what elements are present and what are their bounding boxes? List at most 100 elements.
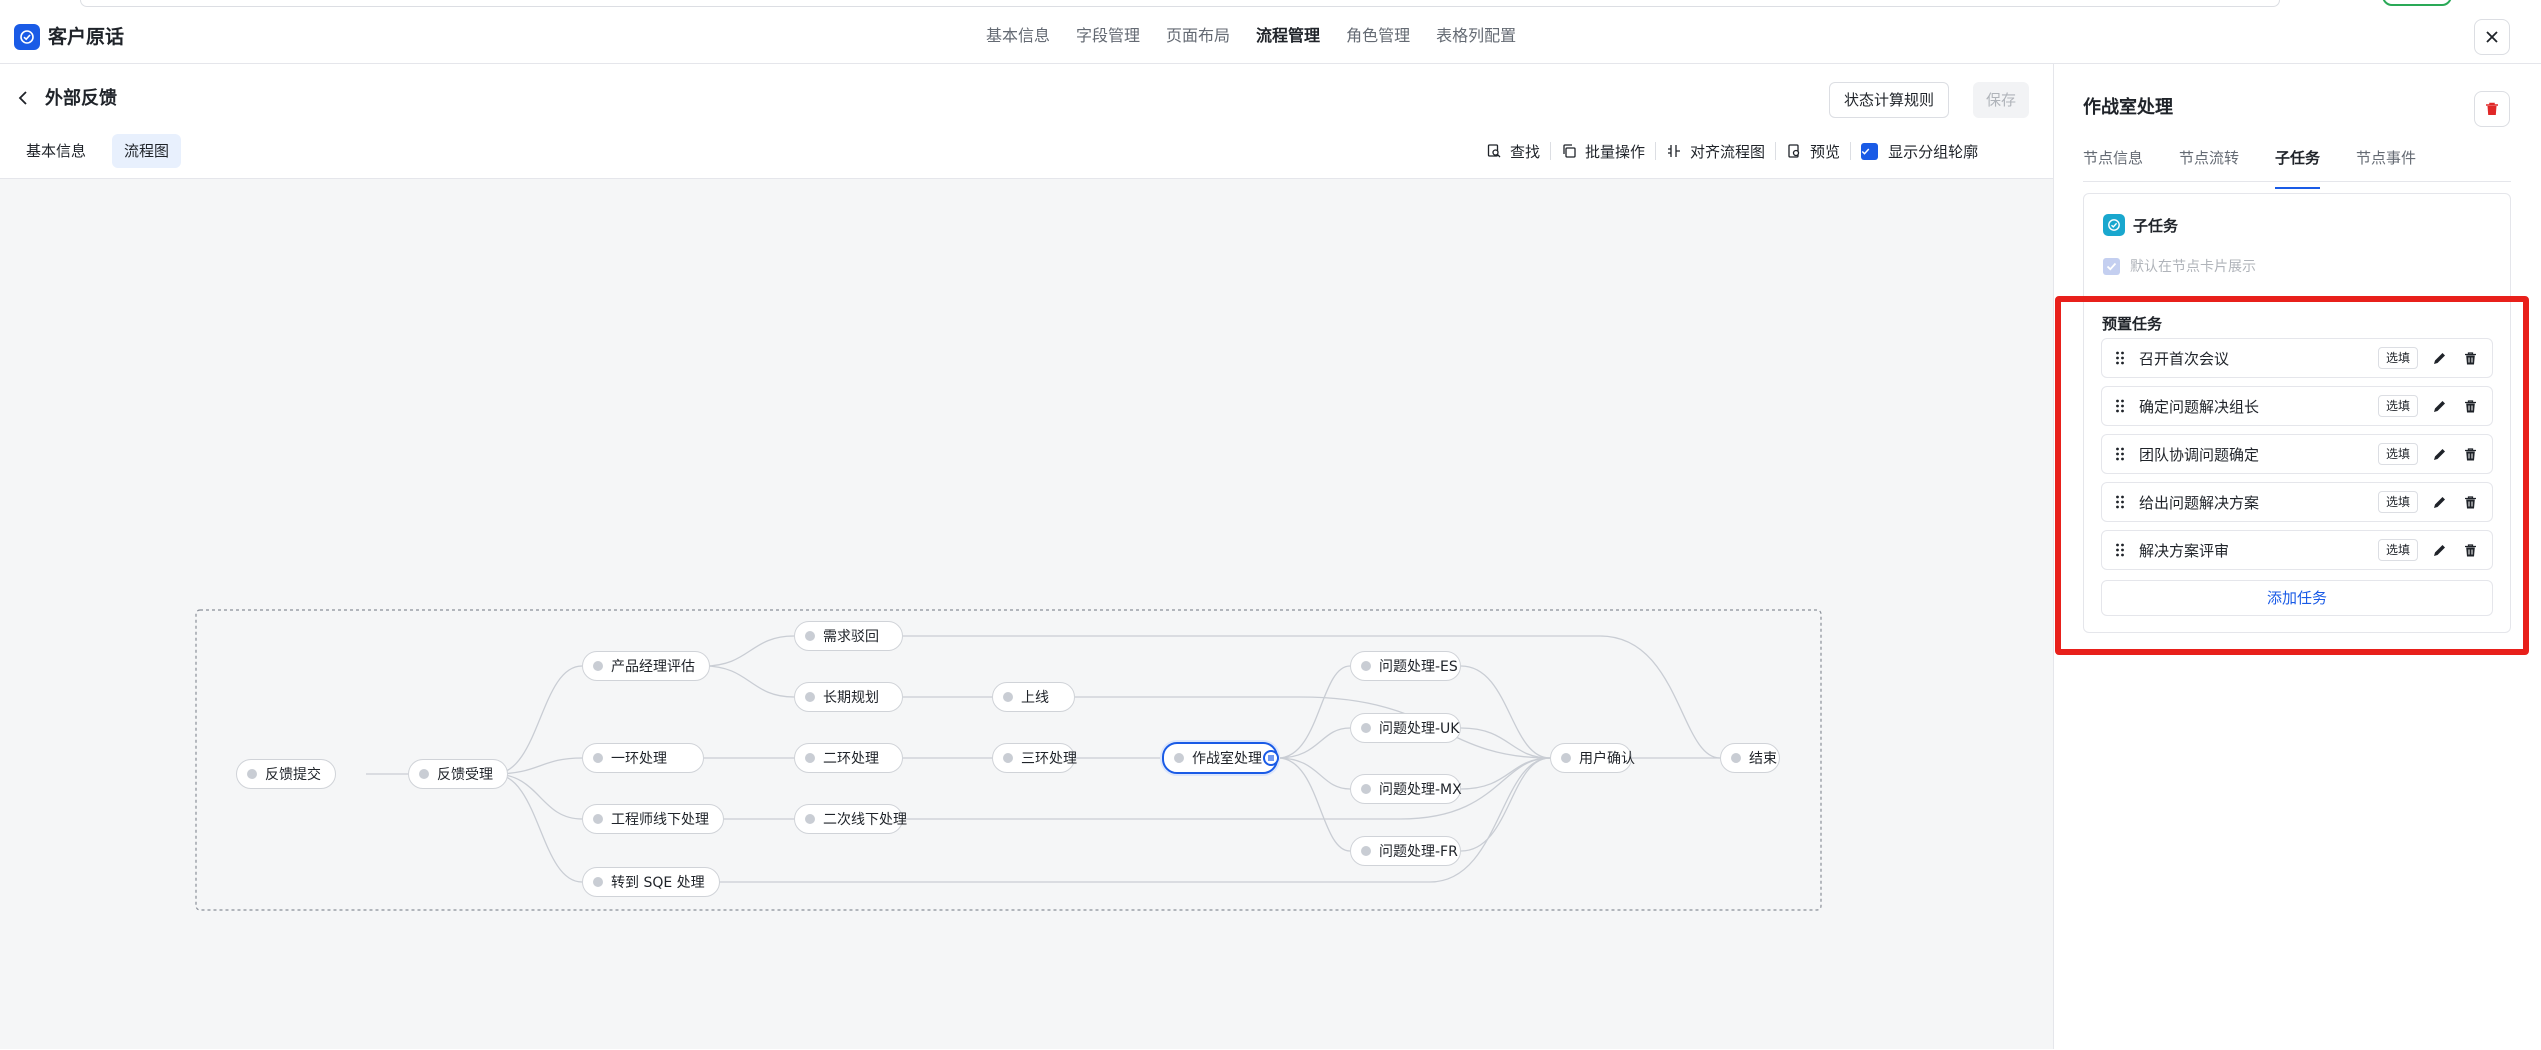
node-label: 反馈提交 bbox=[265, 767, 321, 783]
tab-node-events[interactable]: 节点事件 bbox=[2356, 142, 2416, 181]
topnav-process-management[interactable]: 流程管理 bbox=[1256, 22, 1320, 50]
subtab-basic-info[interactable]: 基本信息 bbox=[14, 134, 98, 168]
check-icon bbox=[2106, 262, 2117, 270]
topnav-role-management[interactable]: 角色管理 bbox=[1346, 22, 1410, 50]
save-button[interactable]: 保存 bbox=[1973, 82, 2029, 118]
topnav-page-layout[interactable]: 页面布局 bbox=[1166, 22, 1230, 50]
state-rules-button[interactable]: 状态计算规则 bbox=[1829, 82, 1950, 118]
node-to-sqe[interactable]: 转到 SQE 处理 bbox=[582, 867, 720, 897]
edge bbox=[1277, 757, 1351, 852]
preview-label: 预览 bbox=[1810, 142, 1841, 161]
panel-title: 作战室处理 bbox=[2083, 97, 2173, 118]
show-outline-checkbox[interactable] bbox=[1861, 142, 1879, 160]
align-button[interactable]: 对齐流程图 bbox=[1656, 137, 1775, 165]
edge bbox=[493, 773, 583, 820]
node-label: 作战室处理 bbox=[1192, 751, 1262, 767]
trash-icon[interactable] bbox=[2461, 445, 2479, 463]
task-row[interactable]: 团队协调问题确定 选填 bbox=[2101, 434, 2493, 474]
optional-tag: 选填 bbox=[2377, 491, 2418, 513]
node-label: 问题处理-MX bbox=[1379, 782, 1462, 798]
edit-icon[interactable] bbox=[2430, 493, 2448, 511]
node-long-term[interactable]: 长期规划 bbox=[794, 682, 903, 712]
flow-canvas[interactable]: 反馈提交 反馈受理 产品经理评估 一环处理 工程师线下处理 转到 SQE 处理 … bbox=[0, 178, 2053, 1049]
node-dot bbox=[805, 753, 815, 763]
show-outline-toggle[interactable]: 显示分组轮廓 bbox=[1851, 137, 1988, 165]
subtab-flowchart[interactable]: 流程图 bbox=[112, 134, 182, 168]
find-button[interactable]: 查找 bbox=[1476, 137, 1550, 165]
task-row[interactable]: 解决方案评审 选填 bbox=[2101, 530, 2493, 570]
preview-icon bbox=[1788, 144, 1800, 158]
show-outline-label: 显示分组轮廓 bbox=[1888, 142, 1979, 161]
node-first-loop[interactable]: 一环处理 bbox=[582, 743, 704, 773]
drag-handle-icon bbox=[2116, 543, 2124, 557]
node-pm-evaluation[interactable]: 产品经理评估 bbox=[582, 651, 710, 681]
tab-node-transition[interactable]: 节点流转 bbox=[2179, 142, 2239, 181]
optional-tag: 选填 bbox=[2377, 443, 2418, 465]
delete-node-button[interactable] bbox=[2474, 91, 2510, 127]
node-engineer-offline[interactable]: 工程师线下处理 bbox=[582, 804, 724, 834]
node-label: 上线 bbox=[1021, 690, 1049, 706]
browser-status-pill bbox=[2382, 0, 2452, 6]
edit-icon[interactable] bbox=[2430, 541, 2448, 559]
node-third-loop[interactable]: 三环处理 bbox=[992, 743, 1077, 773]
edge bbox=[493, 773, 583, 883]
batch-button[interactable]: 批量操作 bbox=[1551, 137, 1655, 165]
app-logo-icon bbox=[14, 24, 40, 50]
node-dot bbox=[247, 769, 257, 779]
trash-icon bbox=[2486, 102, 2498, 115]
node-war-room[interactable]: 作战室处理 bbox=[1162, 742, 1278, 774]
node-online[interactable]: 上线 bbox=[992, 682, 1075, 712]
topnav-table-columns[interactable]: 表格列配置 bbox=[1436, 22, 1516, 50]
topnav-field-management[interactable]: 字段管理 bbox=[1076, 22, 1140, 50]
trash-icon[interactable] bbox=[2461, 541, 2479, 559]
align-label: 对齐流程图 bbox=[1690, 142, 1766, 161]
tab-node-info[interactable]: 节点信息 bbox=[2083, 142, 2143, 181]
subtask-badge-icon bbox=[1263, 750, 1279, 766]
node-label: 问题处理-ES bbox=[1379, 659, 1458, 675]
optional-tag: 选填 bbox=[2377, 347, 2418, 369]
node-second-loop[interactable]: 二环处理 bbox=[794, 743, 903, 773]
default-show-checkbox bbox=[2103, 257, 2120, 275]
node-label: 问题处理-UK bbox=[1379, 721, 1460, 737]
align-icon bbox=[1668, 145, 1681, 157]
close-button[interactable] bbox=[2474, 19, 2510, 55]
node-dot bbox=[419, 769, 429, 779]
trash-icon[interactable] bbox=[2461, 397, 2479, 415]
edit-icon[interactable] bbox=[2430, 397, 2448, 415]
node-second-offline[interactable]: 二次线下处理 bbox=[794, 804, 907, 834]
preview-button[interactable]: 预览 bbox=[1776, 137, 1850, 165]
find-label: 查找 bbox=[1510, 142, 1541, 161]
edge bbox=[1277, 727, 1351, 759]
node-user-confirm[interactable]: 用户确认 bbox=[1550, 743, 1635, 773]
node-issue-uk[interactable]: 问题处理-UK bbox=[1350, 713, 1461, 743]
preset-task-list: 召开首次会议 选填 确定问题解决组长 选填 团队协调问题确定 选填 给出问题解决… bbox=[2101, 338, 2493, 578]
node-issue-mx[interactable]: 问题处理-MX bbox=[1350, 774, 1462, 804]
trash-icon[interactable] bbox=[2461, 349, 2479, 367]
node-end[interactable]: 结束 bbox=[1720, 743, 1780, 773]
node-dot bbox=[593, 814, 603, 824]
task-row[interactable]: 确定问题解决组长 选填 bbox=[2101, 386, 2493, 426]
node-issue-fr[interactable]: 问题处理-FR bbox=[1350, 836, 1461, 866]
node-issue-es[interactable]: 问题处理-ES bbox=[1350, 651, 1461, 681]
task-name: 给出问题解决方案 bbox=[2139, 493, 2260, 512]
add-task-button[interactable]: 添加任务 bbox=[2101, 580, 2493, 616]
node-dot bbox=[1003, 692, 1013, 702]
node-dot bbox=[1361, 661, 1371, 671]
topnav-basic-info[interactable]: 基本信息 bbox=[986, 22, 1050, 50]
node-label: 二次线下处理 bbox=[823, 812, 907, 828]
edit-icon[interactable] bbox=[2430, 445, 2448, 463]
node-label: 长期规划 bbox=[823, 690, 879, 706]
tab-subtask[interactable]: 子任务 bbox=[2275, 142, 2321, 189]
node-demand-reject[interactable]: 需求驳回 bbox=[794, 621, 903, 651]
node-feedback-submit[interactable]: 反馈提交 bbox=[236, 759, 336, 789]
node-dot bbox=[1361, 846, 1371, 856]
trash-icon[interactable] bbox=[2461, 493, 2479, 511]
node-label: 转到 SQE 处理 bbox=[611, 875, 705, 891]
back-icon[interactable] bbox=[14, 88, 34, 108]
panel-tabs: 节点信息 节点流转 子任务 节点事件 bbox=[2083, 142, 2511, 189]
task-row[interactable]: 给出问题解决方案 选填 bbox=[2101, 482, 2493, 522]
flow-edges bbox=[195, 609, 1822, 911]
edit-icon[interactable] bbox=[2430, 349, 2448, 367]
node-feedback-accept[interactable]: 反馈受理 bbox=[408, 759, 508, 789]
task-row[interactable]: 召开首次会议 选填 bbox=[2101, 338, 2493, 378]
